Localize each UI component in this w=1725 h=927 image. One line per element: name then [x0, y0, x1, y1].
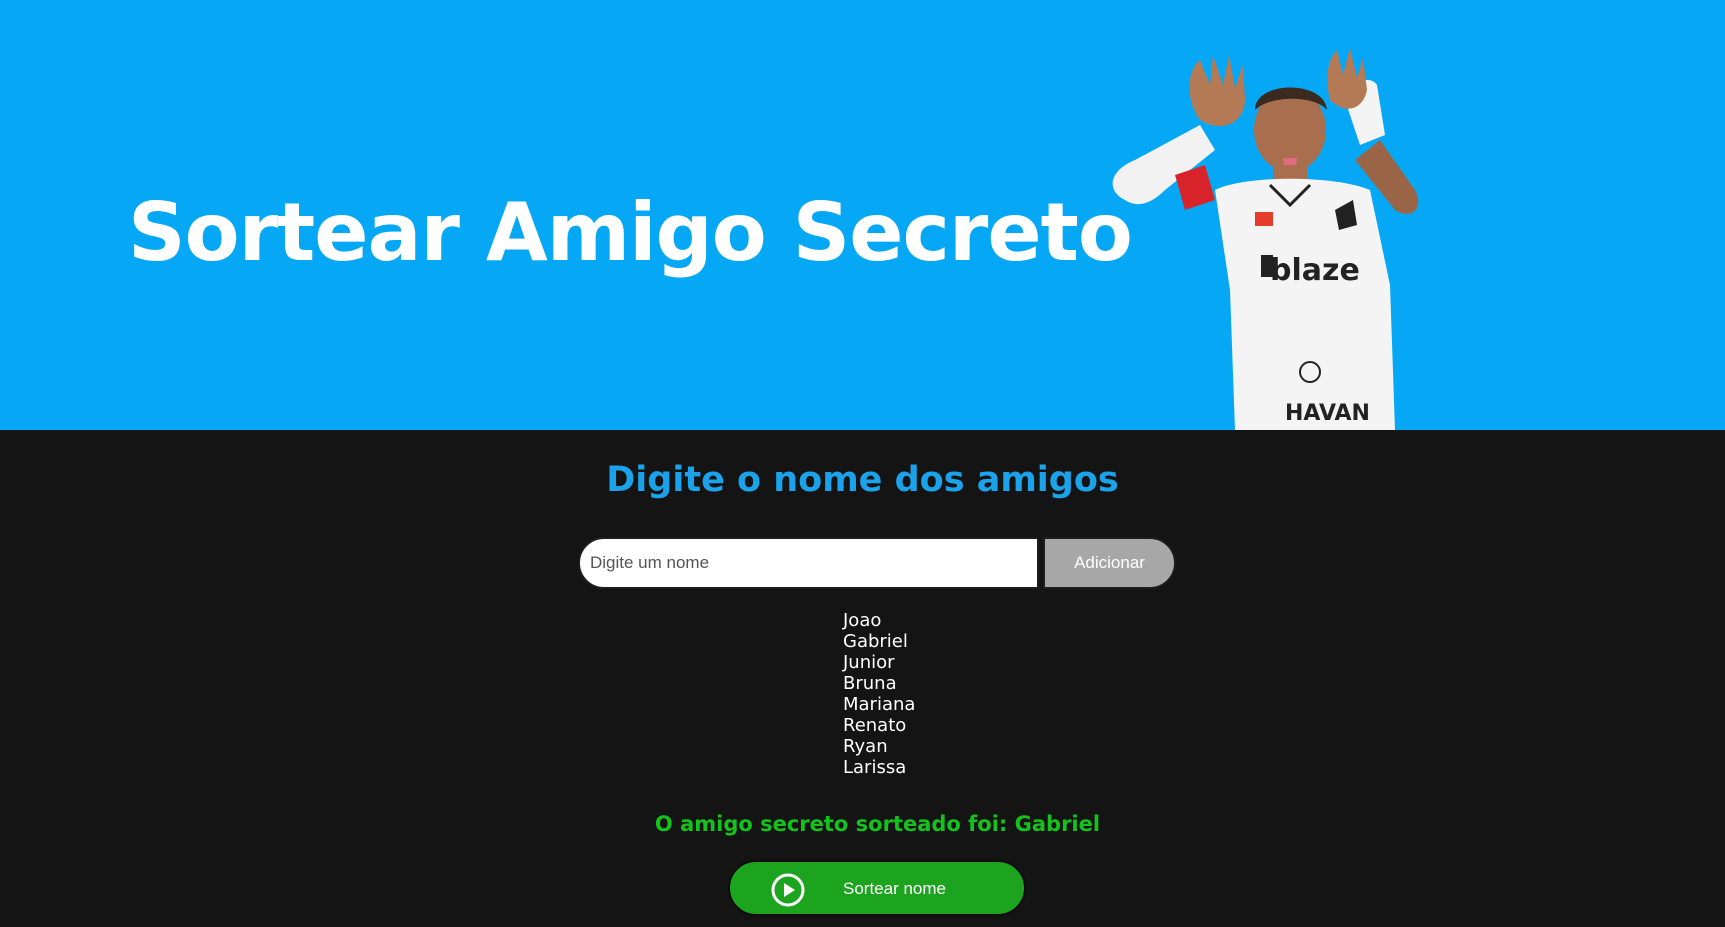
svg-text:HAVAN: HAVAN: [1285, 401, 1370, 426]
svg-text:blaze: blaze: [1270, 253, 1360, 288]
draw-result: O amigo secreto sorteado foi: Gabriel: [654, 812, 1101, 836]
friend-item: Joao: [843, 610, 882, 631]
friend-item: Ryan: [843, 736, 888, 757]
play-circle-icon: [771, 873, 805, 907]
friend-item: Bruna: [843, 673, 897, 694]
friend-item: Renato: [843, 715, 907, 736]
name-input[interactable]: [578, 537, 1039, 589]
page-title: Sortear Amigo Secreto: [128, 186, 1133, 279]
friend-item: Mariana: [843, 694, 916, 715]
friend-item: Gabriel: [843, 631, 908, 652]
add-button[interactable]: Adicionar: [1043, 537, 1176, 589]
draw-name-button[interactable]: Sortear nome: [728, 860, 1026, 916]
friend-list: Joao Gabriel Junior Bruna Mariana Renato…: [843, 610, 915, 778]
header-banner: Sortear Amigo Secreto blaze HAVAN: [0, 0, 1725, 430]
draw-button-label: Sortear nome: [843, 879, 946, 898]
section-title: Digite o nome dos amigos: [606, 460, 1119, 500]
friend-item: Junior: [843, 652, 895, 673]
friend-item: Larissa: [843, 757, 907, 778]
main-content: Digite o nome dos amigos Adicionar Joao …: [0, 430, 1725, 927]
add-friend-form: Adicionar: [578, 537, 1176, 589]
football-player-image: blaze HAVAN: [1112, 48, 1419, 430]
